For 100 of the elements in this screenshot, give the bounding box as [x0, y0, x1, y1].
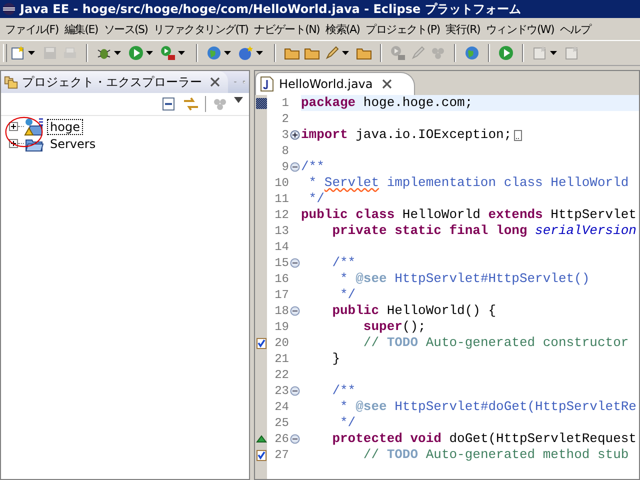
expand-fold-icon[interactable]: [290, 130, 300, 140]
line-number: 2: [280, 111, 289, 127]
folders-icon: [4, 74, 18, 90]
expander-icon[interactable]: [9, 122, 18, 131]
link-arrows-icon[interactable]: [183, 96, 199, 112]
line-number: 12: [274, 207, 289, 223]
menu-item[interactable]: 検索(A): [322, 22, 363, 36]
eclipse-logo-icon: [2, 2, 16, 16]
code-line: */: [308, 191, 324, 207]
menu-item[interactable]: ソース(S): [100, 22, 151, 36]
code-line: /**: [301, 159, 324, 175]
code-line: */: [339, 415, 356, 431]
code-line: super();: [362, 319, 426, 335]
dropdown-caret-icon[interactable]: [28, 51, 35, 55]
menu-item[interactable]: リファクタリング(T): [150, 22, 252, 36]
dropdown-caret-icon[interactable]: [256, 51, 263, 55]
line-number: 23: [274, 383, 289, 399]
collapse-fold-icon[interactable]: [290, 386, 300, 396]
globe-icon: [206, 45, 222, 61]
dropdown-caret-icon[interactable]: [146, 51, 153, 55]
window-title: Java EE - hoge/src/hoge/hoge/com/HelloWorld.java - Eclipse プラットフォーム: [20, 0, 521, 18]
code-line: * @see HttpServlet#HttpServlet(): [339, 271, 590, 287]
code-editor[interactable]: [255, 95, 639, 479]
tree-line: [18, 143, 24, 144]
triangle-icon: [256, 433, 266, 445]
line-number: 17: [274, 287, 289, 303]
code-line: private static final long serialVersion: [331, 223, 636, 239]
panel-title: プロジェクト・エクスプローラー: [22, 74, 202, 90]
line-number: 16: [274, 271, 289, 287]
play-icon: [128, 45, 144, 61]
code-line: /**: [331, 255, 356, 271]
line-number: 15: [274, 255, 289, 271]
highlight-ellipse: [4, 114, 44, 150]
toolbar-button[interactable]: [323, 44, 341, 62]
dropdown-caret-icon[interactable]: [178, 51, 185, 55]
server-icon: [238, 45, 254, 61]
menu-item[interactable]: ヘルプ: [557, 22, 594, 36]
code-line: }: [331, 351, 340, 367]
code-line: // TODO Auto-generated constructor: [362, 335, 629, 351]
code-line: * @see HttpServlet#doGet(HttpServletRe: [339, 399, 636, 415]
line-number: 3: [280, 127, 289, 143]
save-icon: [42, 45, 58, 61]
code-line: /**: [331, 383, 356, 399]
bookmark-square-icon: [256, 98, 266, 108]
tree-item[interactable]: Servers: [47, 136, 99, 152]
new-file-icon: [564, 45, 580, 61]
explorer-tab[interactable]: プロジェクト・エクスプローラー: [1, 71, 228, 93]
folded-code-marker[interactable]: [514, 130, 522, 140]
dropdown-caret-icon[interactable]: [342, 51, 349, 55]
new-file-icon: [532, 45, 548, 61]
play-icon: [498, 45, 514, 61]
dropdown-caret-icon[interactable]: [224, 51, 231, 55]
code-line: */: [339, 287, 356, 303]
menu-item[interactable]: 実行(R): [442, 22, 483, 36]
menu-item[interactable]: ファイル(F): [2, 22, 62, 36]
menu-item[interactable]: 編集(E): [61, 22, 101, 36]
collapse-fold-icon[interactable]: [290, 258, 300, 268]
dropdown-caret-icon[interactable]: [114, 51, 121, 55]
pen-icon: [324, 45, 340, 61]
tree-line: [18, 126, 24, 127]
line-number: 1: [280, 95, 289, 111]
globe-icon: [464, 45, 480, 61]
line-number: 20: [274, 335, 289, 351]
collapse-all-icon[interactable]: [161, 96, 177, 112]
collapse-fold-icon[interactable]: [290, 162, 300, 172]
circles-icon: [430, 45, 446, 61]
code-line: protected void doGet(HttpServletRequest: [331, 431, 636, 447]
line-number: 25: [274, 415, 289, 431]
java-file-icon: [260, 76, 274, 92]
play-toolbox-icon: [160, 45, 176, 61]
collapse-fold-icon[interactable]: [290, 434, 300, 444]
code-line: package hoge.hoge.com;: [301, 95, 473, 111]
line-number: 8: [280, 143, 289, 159]
menu-item[interactable]: プロジェクト(P): [362, 22, 443, 36]
toolbar-button[interactable]: [9, 44, 27, 62]
line-number: 13: [274, 223, 289, 239]
view-menu-icon[interactable]: [234, 97, 243, 103]
pen-icon: [410, 45, 426, 61]
line-number: 19: [274, 319, 289, 335]
close-icon[interactable]: [382, 79, 392, 89]
collapse-fold-icon[interactable]: [290, 306, 300, 316]
play-toolbox-icon: [390, 45, 406, 61]
line-number: 22: [274, 367, 289, 383]
code-line: public class HelloWorld extends HttpServlet: [301, 207, 636, 223]
menu-item[interactable]: ウィンドウ(W): [482, 22, 557, 36]
toolbar-button[interactable]: [159, 44, 177, 62]
line-number: 11: [274, 191, 289, 207]
toolbar-button[interactable]: [497, 44, 515, 62]
line-number: 18: [274, 303, 289, 319]
tree-item[interactable]: hoge: [47, 118, 83, 134]
code-line: public HelloWorld() {: [331, 303, 496, 319]
editor-tab[interactable]: HelloWorld.java: [255, 72, 415, 95]
new-file-icon: [10, 45, 26, 61]
close-icon[interactable]: [210, 77, 220, 87]
line-number: 24: [274, 399, 289, 415]
line-number: 14: [274, 239, 289, 255]
code-line: * Servlet implementation class HelloWorld: [308, 175, 629, 191]
code-line: // TODO Auto-generated method stub: [362, 447, 629, 463]
menu-item[interactable]: ナビゲート(N): [251, 22, 323, 36]
line-number: 26: [274, 431, 289, 447]
